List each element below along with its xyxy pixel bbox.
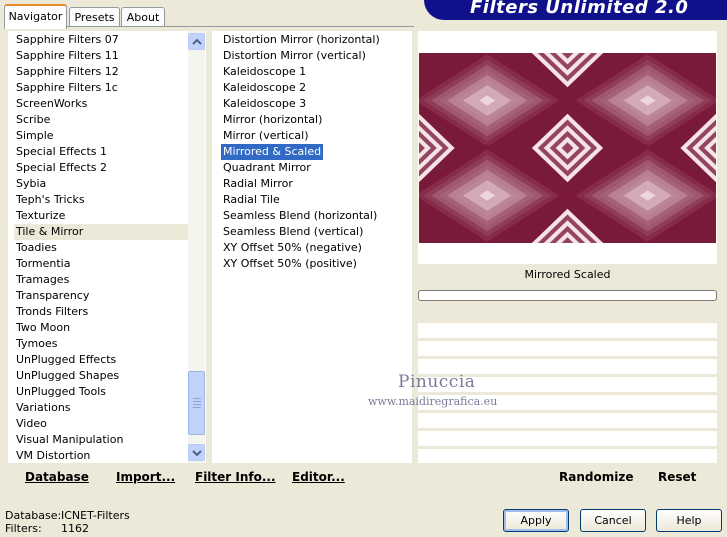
- filter-item[interactable]: Mirror (horizontal): [221, 112, 410, 128]
- chevron-down-icon: [192, 450, 202, 457]
- watermark-name: Pinuccia: [398, 372, 476, 392]
- scroll-thumb[interactable]: [188, 371, 205, 435]
- filter-list[interactable]: Distortion Mirror (horizontal) Distortion…: [221, 32, 410, 272]
- category-item[interactable]: Sapphire Filters 07: [14, 32, 194, 48]
- filter-item[interactable]: Kaleidoscope 2: [221, 80, 410, 96]
- category-item[interactable]: Video: [14, 416, 194, 432]
- filter-item[interactable]: Distortion Mirror (horizontal): [221, 32, 410, 48]
- database-label: Database:: [5, 509, 62, 522]
- watermark-url: www.maidiregrafica.eu: [368, 395, 498, 408]
- filter-item[interactable]: XY Offset 50% (negative): [221, 240, 410, 256]
- category-item[interactable]: Tramages: [14, 272, 194, 288]
- category-item[interactable]: UnPlugged Tools: [14, 384, 194, 400]
- filter-info-button[interactable]: Filter Info...: [195, 470, 276, 484]
- filter-item[interactable]: Quadrant Mirror: [221, 160, 410, 176]
- category-item[interactable]: Tronds Filters: [14, 304, 194, 320]
- database-button[interactable]: Database: [25, 470, 89, 484]
- category-item[interactable]: Tymoes: [14, 336, 194, 352]
- filter-item[interactable]: Seamless Blend (vertical): [221, 224, 410, 240]
- parameter-row: [418, 341, 717, 356]
- filter-item[interactable]: XY Offset 50% (positive): [221, 256, 410, 272]
- category-item[interactable]: Special Effects 1: [14, 144, 194, 160]
- parameter-row: [418, 431, 717, 446]
- database-value: ICNET-Filters: [61, 509, 130, 522]
- preview-image: [419, 53, 716, 243]
- category-item[interactable]: Visual Manipulation: [14, 432, 194, 448]
- chevron-up-icon: [192, 38, 202, 45]
- progress-bar: [418, 290, 717, 301]
- parameter-row: [418, 323, 717, 338]
- category-item[interactable]: Sapphire Filters 11: [14, 48, 194, 64]
- category-list[interactable]: Sapphire Filters 07 Sapphire Filters 11 Sa…: [14, 32, 194, 464]
- category-item[interactable]: Two Moon: [14, 320, 194, 336]
- help-button[interactable]: Help: [656, 509, 722, 532]
- tab-presets[interactable]: Presets: [69, 7, 120, 27]
- filter-item[interactable]: Mirrored & Scaled: [221, 144, 324, 160]
- editor-button[interactable]: Editor...: [292, 470, 345, 484]
- filter-item[interactable]: Radial Mirror: [221, 176, 410, 192]
- reset-button[interactable]: Reset: [658, 470, 696, 484]
- filter-item[interactable]: Mirror (vertical): [221, 128, 410, 144]
- category-item[interactable]: Sybia: [14, 176, 194, 192]
- preview-panel: [418, 31, 717, 264]
- import-button[interactable]: Import...: [116, 470, 175, 484]
- category-item[interactable]: Scribe: [14, 112, 194, 128]
- filter-item[interactable]: Kaleidoscope 3: [221, 96, 410, 112]
- parameter-row: [418, 449, 717, 463]
- filter-item[interactable]: Kaleidoscope 1: [221, 64, 410, 80]
- apply-button[interactable]: Apply: [503, 509, 569, 532]
- filters-count-value: 1162: [61, 522, 89, 535]
- filters-count-label: Filters:: [5, 522, 42, 535]
- category-item[interactable]: Sapphire Filters 12: [14, 64, 194, 80]
- tab-navigator[interactable]: Navigator: [4, 4, 67, 29]
- filter-item[interactable]: Seamless Blend (horizontal): [221, 208, 410, 224]
- randomize-button[interactable]: Randomize: [559, 470, 633, 484]
- category-item[interactable]: Simple: [14, 128, 194, 144]
- app-title: Filters Unlimited 2.0: [470, 0, 689, 18]
- category-item[interactable]: Tormentia: [14, 256, 194, 272]
- tab-about[interactable]: About: [121, 7, 165, 27]
- category-item[interactable]: Transparency: [14, 288, 194, 304]
- scroll-down-button[interactable]: [188, 444, 205, 461]
- scroll-up-button[interactable]: [188, 33, 205, 50]
- category-scrollbar[interactable]: [188, 31, 205, 463]
- filter-item[interactable]: Radial Tile: [221, 192, 410, 208]
- cancel-button[interactable]: Cancel: [580, 509, 646, 532]
- category-item[interactable]: Tile & Mirror: [14, 224, 194, 240]
- filter-item[interactable]: Distortion Mirror (vertical): [221, 48, 410, 64]
- category-list-panel: Sapphire Filters 07 Sapphire Filters 11 Sa…: [8, 31, 206, 463]
- category-item[interactable]: Sapphire Filters 1c: [14, 80, 194, 96]
- preview-filter-name: Mirrored Scaled: [524, 268, 611, 281]
- category-item[interactable]: Teph's Tricks: [14, 192, 194, 208]
- category-item[interactable]: ScreenWorks: [14, 96, 194, 112]
- category-item[interactable]: UnPlugged Shapes: [14, 368, 194, 384]
- category-item[interactable]: Special Effects 2: [14, 160, 194, 176]
- category-item[interactable]: UnPlugged Effects: [14, 352, 194, 368]
- category-item[interactable]: VM Distortion: [14, 448, 194, 464]
- category-item[interactable]: Variations: [14, 400, 194, 416]
- category-item[interactable]: Texturize: [14, 208, 194, 224]
- parameter-row: [418, 413, 717, 428]
- category-item[interactable]: Toadies: [14, 240, 194, 256]
